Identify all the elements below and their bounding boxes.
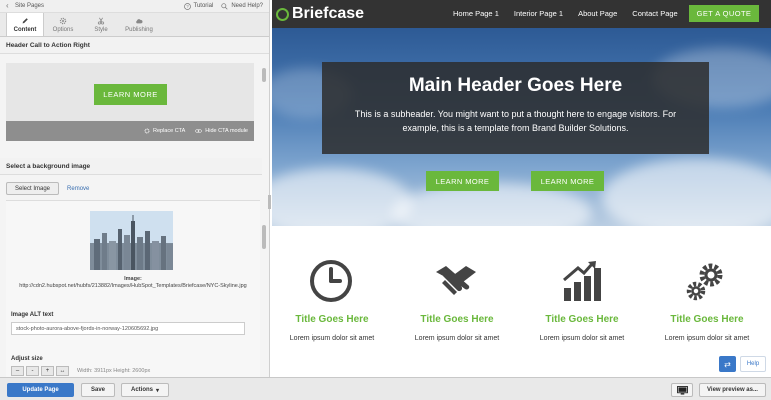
swap-icon[interactable]: ⇄ [719, 356, 736, 372]
feature-text: Lorem ipsum dolor sit amet [664, 335, 750, 342]
logo-mark-icon [276, 7, 289, 21]
tutorial-link[interactable]: ? Tutorial [183, 2, 214, 10]
hero-learn-more-button[interactable]: LEARN MORE [531, 171, 604, 191]
tab-publishing[interactable]: Publishing [120, 13, 158, 36]
gear-icon [59, 17, 67, 24]
actions-dropdown[interactable]: Actions ▾ [121, 383, 169, 397]
size-increase-button[interactable]: + [41, 366, 54, 376]
replace-cta-button[interactable]: Replace CTA [144, 128, 185, 134]
cloud-icon [136, 18, 143, 23]
monitor-icon [676, 385, 688, 395]
eye-icon [195, 128, 203, 134]
hide-cta-label: Hide CTA module [205, 128, 248, 134]
help-circle-icon: ? [183, 2, 191, 10]
cloud-shape [272, 168, 412, 226]
remove-image-link[interactable]: Remove [67, 186, 89, 192]
page-preview: Briefcase Home Page 1 Interior Page 1 Ab… [272, 0, 771, 377]
skyline-thumbnail[interactable] [90, 211, 173, 270]
update-page-button[interactable]: Update Page [7, 383, 74, 397]
cta-actions-bar: Replace CTA Hide CTA module [6, 121, 254, 141]
editor-panel: ‹ Site Pages ? Tutorial Need Help? Conte… [0, 0, 270, 377]
image-caption-label: Image: [124, 276, 142, 282]
svg-text:?: ? [186, 4, 189, 9]
hero-text-box: Main Header Goes Here This is a subheade… [322, 62, 709, 154]
clock-icon [310, 260, 352, 302]
nav-link-home[interactable]: Home Page 1 [453, 9, 499, 18]
alt-text-input[interactable]: stock-photo-aurora-above-fjords-in-norwa… [11, 322, 245, 335]
feature-text: Lorem ipsum dolor sit amet [289, 335, 375, 342]
hero-title: Main Header Goes Here [408, 75, 623, 96]
tutorial-label: Tutorial [193, 3, 214, 9]
feature-text: Lorem ipsum dolor sit amet [539, 335, 625, 342]
feature-title: Title Goes Here [420, 314, 494, 325]
size-stretch-button[interactable]: ↔ [56, 366, 69, 376]
get-quote-button[interactable]: GET A QUOTE [689, 5, 759, 22]
replace-cta-label: Replace CTA [152, 128, 186, 134]
editor-tabs: Content Options Style Publishing [0, 13, 269, 37]
hero-subheader: This is a subheader. You might want to p… [354, 109, 677, 133]
image-details: Image: http://cdn2.hubspot.net/hubfs/213… [6, 200, 260, 377]
nav-links: Home Page 1 Interior Page 1 About Page C… [453, 9, 678, 18]
save-button[interactable]: Save [81, 383, 115, 397]
gear-icon [144, 128, 150, 134]
feature-text: Lorem ipsum dolor sit amet [414, 335, 500, 342]
size-controls: – - + ↔ Width: 3911px Height: 2600px [11, 366, 150, 376]
scrollbar-thumb[interactable] [262, 225, 266, 249]
bottom-toolbar: Update Page Save Actions ▾ View preview … [0, 377, 771, 400]
tab-style[interactable]: Style [82, 13, 120, 36]
feature-title: Title Goes Here [545, 314, 619, 325]
handshake-icon [436, 266, 476, 295]
site-nav: Briefcase Home Page 1 Interior Page 1 Ab… [272, 0, 771, 28]
tab-content-label: Content [13, 26, 37, 33]
breadcrumb-site-pages[interactable]: Site Pages [15, 3, 44, 9]
select-image-button[interactable]: Select Image [6, 182, 60, 195]
chevron-down-icon: ▾ [156, 387, 160, 394]
image-dimensions: Width: 3911px Height: 2600px [77, 368, 151, 374]
search-icon [221, 2, 228, 10]
back-arrow-icon[interactable]: ‹ [6, 2, 12, 10]
growth-chart-icon [563, 261, 601, 301]
tab-content[interactable]: Content [6, 13, 44, 36]
size-shrink-button[interactable]: – [11, 366, 24, 376]
image-url: http://cdn2.hubspot.net/hubfs/213882/Ima… [19, 283, 247, 289]
nav-link-interior[interactable]: Interior Page 1 [514, 9, 563, 18]
nav-link-about[interactable]: About Page [578, 9, 617, 18]
hero-section: Main Header Goes Here This is a subheade… [272, 28, 771, 226]
logo-text: Briefcase [292, 5, 365, 22]
hero-learn-more-button[interactable]: LEARN MORE [426, 171, 499, 191]
image-caption: Image: http://cdn2.hubspot.net/hubfs/213… [6, 276, 260, 290]
adjust-size-label: Adjust size [11, 356, 43, 362]
cta-preview-button[interactable]: LEARN MORE [94, 84, 167, 105]
pencil-icon [22, 17, 28, 23]
feature-title: Title Goes Here [295, 314, 369, 325]
gears-icon [686, 263, 723, 301]
tab-options-label: Options [52, 26, 74, 33]
cta-module-heading: Header Call to Action Right [0, 37, 269, 54]
need-help-label: Need Help? [231, 3, 263, 9]
cloud-shape [602, 158, 771, 226]
need-help-link[interactable]: Need Help? [221, 2, 263, 10]
tab-style-label: Style [94, 26, 108, 33]
background-controls: Select Image Remove [6, 182, 89, 195]
actions-label: Actions [130, 387, 153, 393]
tab-publishing-label: Publishing [125, 26, 153, 33]
hide-cta-button[interactable]: Hide CTA module [195, 128, 248, 134]
help-button[interactable]: Help [740, 356, 766, 372]
site-logo[interactable]: Briefcase [276, 5, 364, 23]
view-preview-button[interactable]: View preview as... [699, 383, 766, 397]
scissors-icon [97, 17, 105, 25]
background-heading: Select a background image [0, 158, 262, 175]
desktop-preview-button[interactable] [671, 383, 693, 397]
nav-link-contact[interactable]: Contact Page [632, 9, 677, 18]
tab-options[interactable]: Options [44, 13, 82, 36]
feature-title: Title Goes Here [670, 314, 744, 325]
size-decrease-button[interactable]: - [26, 366, 39, 376]
editor-topbar: ‹ Site Pages ? Tutorial Need Help? [0, 0, 269, 13]
city-skyline-icon [90, 211, 173, 270]
features-row: Title Goes Here Lorem ipsum dolor sit am… [272, 226, 771, 377]
scrollbar-thumb[interactable] [262, 68, 266, 82]
panel-resize-handle[interactable] [268, 195, 271, 209]
alt-text-label: Image ALT text [11, 312, 54, 318]
